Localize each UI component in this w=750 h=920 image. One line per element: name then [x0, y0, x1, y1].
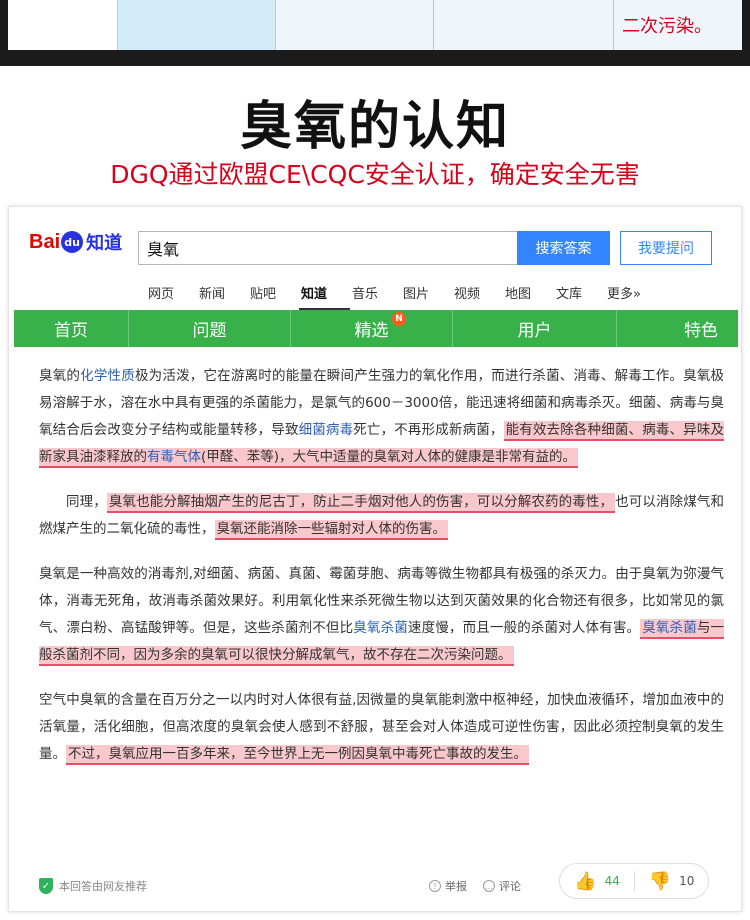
ask-question-button[interactable]: 我要提问: [620, 231, 712, 265]
tab-label: 首页: [54, 321, 88, 341]
baidu-zhidao-logo[interactable]: Bai du 知道: [29, 229, 122, 255]
like-count: 44: [604, 874, 620, 888]
tab-featured[interactable]: 精选 N: [291, 310, 453, 347]
text: 同理，: [66, 494, 107, 510]
answer-paragraph: 臭氧是一种高效的消毒剂,对细菌、病菌、真菌、霉菌芽胞、病毒等微生物都具有极强的杀…: [39, 561, 725, 669]
nav-item-wenku[interactable]: 文库: [554, 283, 605, 310]
nav-item-music[interactable]: 音乐: [350, 283, 401, 310]
tab-home[interactable]: 首页: [14, 310, 129, 347]
dislike-button[interactable]: 👎 10: [635, 871, 708, 892]
tab-users[interactable]: 用户: [453, 310, 617, 347]
tab-label: 特色: [684, 321, 718, 341]
table-cell: [434, 0, 614, 50]
link-ozone-sterilization[interactable]: 臭氧杀菌: [642, 620, 697, 636]
nav-item-images[interactable]: 图片: [401, 283, 452, 310]
search-input[interactable]: 臭氧: [138, 231, 517, 265]
answer-actions: ! 举报 … 评论: [429, 871, 521, 901]
recommend-label: 本回答由网友推荐: [59, 880, 147, 893]
answer-paragraph: 空气中臭氧的含量在百万分之一以内时对人体很有益,因微量的臭氧能刺激中枢神经，加快…: [39, 687, 724, 768]
nav-item-zhidao[interactable]: 知道: [299, 283, 350, 310]
highlighted-text: 不过，臭氧应用一百多年来，至今世界上无一例因臭氧中毒死亡事故的发生。: [66, 745, 529, 765]
highlighted-text: 臭氧还能消除一些辐射对人体的伤害。: [214, 520, 448, 540]
report-button[interactable]: ! 举报: [429, 878, 467, 894]
tab-label: 用户: [517, 321, 552, 341]
warning-icon: !: [429, 880, 441, 892]
answer-content: 臭氧的化学性质极为活泼，它在游离时的能量在瞬间产生强力的氧化作用，而进行杀菌、消…: [39, 363, 725, 786]
tab-label: 问题: [192, 321, 227, 341]
top-table: 二次污染。: [8, 0, 742, 50]
answer-footer: ✓ 本回答由网友推荐 ! 举报 … 评论 👍 44 👎 10: [39, 863, 719, 901]
table-cell-text: 二次污染。: [622, 16, 712, 37]
nav-item-news[interactable]: 新闻: [197, 283, 248, 310]
page-title: 臭氧的认知: [239, 97, 510, 157]
vote-box: 👍 44 👎 10: [559, 863, 709, 899]
table-cell: 二次污染。: [614, 0, 742, 50]
comment-button[interactable]: … 评论: [483, 878, 521, 894]
tab-questions[interactable]: 问题: [129, 310, 291, 347]
category-tabs: 首页 问题 精选 N 用户 特色: [14, 310, 738, 347]
link-bacteria-virus[interactable]: 细菌病毒: [299, 422, 354, 438]
logo-zhidao: 知道: [86, 233, 123, 254]
nav-item-map[interactable]: 地图: [503, 283, 554, 310]
top-strip: 二次污染。: [0, 0, 750, 66]
thumbs-down-icon: 👎: [648, 870, 672, 892]
paw-icon: du: [61, 231, 84, 253]
text: 死亡，不再形成新病菌，: [353, 422, 504, 438]
answer-paragraph: 臭氧的化学性质极为活泼，它在游离时的能量在瞬间产生强力的氧化作用，而进行杀菌、消…: [39, 363, 724, 471]
tab-special[interactable]: 特色: [617, 310, 738, 347]
link-toxic-gas[interactable]: 有毒气体: [147, 449, 201, 465]
table-cell: [8, 0, 118, 50]
table-cell: [118, 0, 276, 50]
highlighted-text: 臭氧也能分解抽烟产生的尼古丁，防止二手烟对他人的伤害，可以分解农药的毒性，: [106, 493, 616, 513]
like-button[interactable]: 👍 44: [560, 870, 635, 892]
nav-item-web[interactable]: 网页: [146, 283, 197, 310]
link-ozone-sterilization[interactable]: 臭氧杀菌: [353, 620, 408, 636]
page-subtitle: DGQ通过欧盟CE\CQC安全认证，确定安全无害: [110, 160, 640, 189]
top-nav: 网页 新闻 贴吧 知道 音乐 图片 视频 地图 文库 更多»: [146, 283, 656, 310]
comment-icon: …: [483, 880, 495, 892]
tab-label: 精选: [354, 321, 389, 341]
nav-item-more[interactable]: 更多»: [605, 283, 656, 310]
link-chemical-property[interactable]: 化学性质: [80, 368, 135, 384]
logo-bai: Bai: [29, 230, 61, 253]
nav-item-video[interactable]: 视频: [452, 283, 503, 310]
text: 速度慢，而且一般的杀菌对人体有害。: [407, 620, 641, 636]
dislike-count: 10: [679, 874, 695, 888]
text: 臭氧的: [39, 368, 81, 384]
search-answer-button[interactable]: 搜索答案: [517, 231, 610, 265]
thumbs-up-icon: 👍: [574, 870, 597, 892]
answer-paragraph: 同理， 臭氧也能分解抽烟产生的尼古丁，防止二手烟对他人的伤害，可以分解农药的毒性，…: [39, 489, 724, 543]
nav-item-tieba[interactable]: 贴吧: [248, 283, 299, 310]
new-badge: N: [392, 312, 406, 326]
table-cell: [276, 0, 434, 50]
shield-check-icon: ✓: [39, 878, 53, 894]
baidu-zhidao-screenshot: Bai du 知道 臭氧 搜索答案 我要提问 网页 新闻 贴吧 知道 音乐 图片…: [8, 206, 742, 912]
